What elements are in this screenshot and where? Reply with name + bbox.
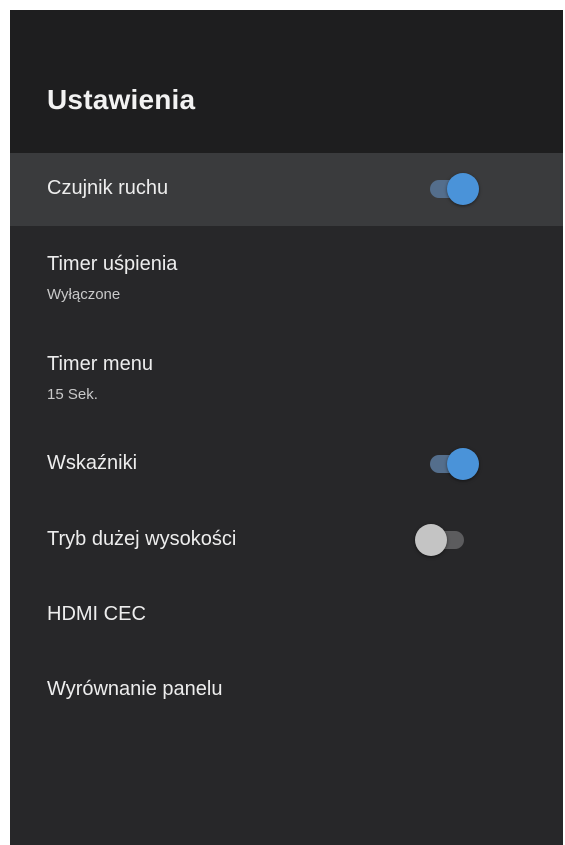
setting-panel-alignment[interactable]: Wyrównanie panelu bbox=[10, 656, 563, 724]
setting-label: Czujnik ruchu bbox=[47, 177, 169, 199]
setting-high-altitude-mode[interactable]: Tryb dużej wysokości bbox=[10, 506, 563, 574]
high-altitude-toggle[interactable] bbox=[415, 523, 467, 557]
setting-value: Wyłączone bbox=[47, 286, 121, 303]
header: Ustawienia bbox=[10, 10, 563, 153]
setting-label: HDMI CEC bbox=[47, 603, 146, 625]
toggle-knob bbox=[415, 524, 447, 556]
setting-hdmi-cec[interactable]: HDMI CEC bbox=[10, 582, 563, 650]
indicators-toggle[interactable] bbox=[427, 447, 479, 481]
motion-sensor-toggle[interactable] bbox=[427, 172, 479, 206]
setting-label: Wyrównanie panelu bbox=[47, 678, 223, 700]
setting-label: Timer uśpienia bbox=[47, 253, 178, 275]
settings-screen: Ustawienia Czujnik ruchu Timer uśpienia … bbox=[10, 10, 563, 845]
setting-label: Timer menu bbox=[47, 353, 153, 375]
setting-indicators[interactable]: Wskaźniki bbox=[10, 430, 563, 498]
toggle-knob bbox=[447, 448, 479, 480]
setting-label: Tryb dużej wysokości bbox=[47, 528, 237, 550]
setting-motion-sensor[interactable]: Czujnik ruchu bbox=[10, 153, 563, 226]
setting-sleep-timer[interactable]: Timer uśpienia Wyłączone bbox=[10, 236, 563, 316]
setting-label: Wskaźniki bbox=[47, 452, 138, 474]
setting-value: 15 Sek. bbox=[47, 386, 98, 403]
toggle-knob bbox=[447, 173, 479, 205]
page-title: Ustawienia bbox=[47, 84, 196, 115]
setting-menu-timer[interactable]: Timer menu 15 Sek. bbox=[10, 333, 563, 413]
